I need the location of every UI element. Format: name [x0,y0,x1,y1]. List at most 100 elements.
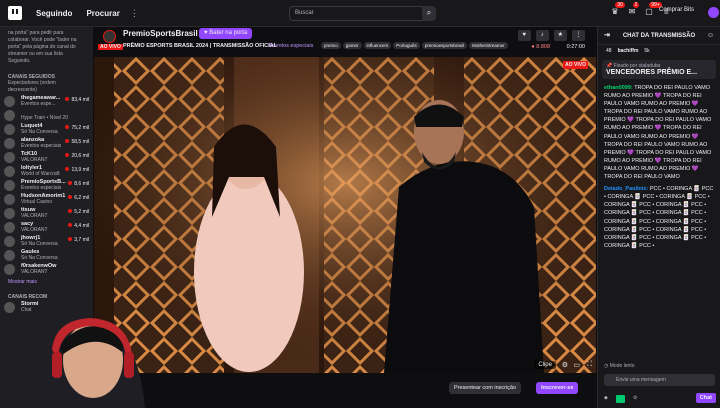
notif-badge: 2 [632,2,640,8]
webcam-overlay [0,300,160,408]
subscribe-button[interactable]: Inscrever-se [536,382,579,394]
collapse-chat-icon[interactable]: ⇥ [604,27,610,45]
avatar [4,208,15,219]
settings-icon[interactable]: ⚙ [633,395,637,403]
send-chat-button[interactable]: Chat [695,393,716,403]
channel-game: Hype Train • Nível 20 [21,115,69,121]
followed-channel[interactable]: thegameawar... Eventos espe... 83,4 mil [0,94,93,108]
viewer-count: 83,4 mil [65,97,89,103]
tag-chip[interactable]: MotherStreamer [469,42,508,49]
channel-game: VALORANT [21,227,48,233]
followed-sort: Espectadores (ordem decrescente) [8,80,56,93]
buy-bits-button[interactable]: Comprar Bits [659,7,694,13]
viewer-count: 75,2 mil [65,125,89,131]
live-dot [68,209,73,213]
followed-channel[interactable]: alanzoka Eventos especiais 58,5 mil [0,136,93,150]
live-dot [68,195,73,199]
theater-mode-icon[interactable]: ▭ [573,361,580,369]
inbox-icon[interactable]: ✉ 2 [629,2,640,16]
browse-link[interactable]: Procurar [86,9,119,18]
followed-channel[interactable]: f0rsakenwOw VALORANT [0,262,93,276]
channel-list: thegameawar... Eventos espe... 83,4 mil Hyp… [0,94,93,276]
chat-text: PCC • CORINGA 🃏 PCC • CORINGA 🃏 PCC • CO… [604,186,714,249]
live-dot [68,223,73,227]
chat-input[interactable]: Envie uma mensagem [604,374,715,386]
live-dot [65,125,70,129]
avatar [4,264,15,275]
search-input[interactable]: Buscar [289,6,435,21]
followed-channel[interactable]: Gaules Só Na Conversa [0,248,93,262]
followed-channel[interactable]: Luquet4 Só Na Conversa 75,2 mil [0,122,93,136]
followed-channel[interactable]: HudsonAmorim1 Virtual Casino 6,2 mil [0,192,93,206]
live-dot [65,97,70,101]
following-link[interactable]: Seguindo [36,9,72,18]
notifications-icon[interactable]: ▢ 99+ [645,2,662,16]
tag-chip[interactable]: premioesportsbrasil [421,42,468,49]
knock-button[interactable]: ♥ Bater na porta [199,28,253,39]
bits-icon[interactable]: ◆ [604,395,608,403]
top-navigation-bar: Seguindo Procurar ⋮ Buscar ⌕ ♛ 30 ✉ 2 ▢ 99+… [0,0,720,27]
live-dot [65,139,70,143]
avatar [4,180,15,191]
leader-user: bachiffm [617,48,639,54]
followed-channel[interactable]: PremioSportsB... Eventos especiais 8,6 mil [0,178,93,192]
live-dot [65,153,70,157]
prime-icon[interactable]: ♛ 30 [611,2,625,16]
video-frame [94,57,596,373]
webcam-frame [40,318,145,408]
viewer-count: 8,6 mil [68,181,89,187]
search-button[interactable]: ⌕ [422,6,436,21]
viewer-count: 3,7 mil [68,237,89,243]
live-dot [65,167,70,171]
tag-chip[interactable]: influencers [363,42,392,49]
channel-game: Virtual Casino [21,199,53,205]
bell-icon[interactable]: ♪ [535,30,549,41]
channel-avatar[interactable] [103,30,116,43]
chat-username[interactable]: Deiado_Paulinis: [604,186,648,192]
tag-chip[interactable]: Português [393,42,420,49]
chat-header: ⇥ CHAT DA TRANSMISSÃO ☺ [598,27,720,45]
followed-channel[interactable]: loltyler1 World of Warcraft 13,9 mil [0,164,93,178]
star-icon[interactable]: ★ [553,30,567,41]
main-content: AO VIVO PremioSportsBrasil ♥ Bater na po… [93,27,597,408]
show-more-link[interactable]: Mostrar mais [0,276,93,288]
followed-channel[interactable]: TcK10 VALORANT 20,6 mil [0,150,93,164]
followed-channel[interactable]: ttsuw VALORANT 5,2 mil [0,206,93,220]
tag-chip[interactable]: gamer [342,42,362,49]
notif-badge: 30 [615,2,625,8]
channel-game: Eventos especiais [21,185,62,191]
stream-title: PRÊMIO ESPORTS BRASIL 2024 | TRANSMISSÃO… [123,43,277,49]
channel-name[interactable]: PremioSportsBrasil [123,29,198,38]
pinned-message[interactable]: 📌 Fixado por staladuba VENCEDORES PRÊMIO… [602,60,716,79]
users-icon[interactable]: ☺ [707,27,714,45]
points-icon[interactable] [615,395,625,403]
followed-channel[interactable]: Hype Train • Nível 20 [0,108,93,122]
chat-message: Deiado_Paulinis: PCC • CORINGA 🃏 PCC • C… [604,185,714,250]
clip-button[interactable]: Clipe [534,361,556,369]
channel-game: VALORANT [21,213,48,219]
more-menu-icon[interactable]: ⋮ [130,8,139,19]
avatar [4,152,15,163]
viewer-count: 20,6 mil [65,153,89,159]
slow-mode-label: ◷ Modo lento [604,363,635,369]
heart-follow-icon[interactable]: ♥ [517,30,531,41]
settings-icon[interactable]: ⚙ [562,361,568,369]
channel-game: VALORANT [21,157,48,163]
avatar [4,96,15,107]
viewer-count: ● 8.808 [531,44,550,50]
user-avatar[interactable] [708,7,719,18]
gift-sub-button[interactable]: Presentear com inscrição [449,382,522,394]
channel-game: Eventos especiais [21,143,62,149]
tag-chip[interactable]: premio [321,42,341,49]
live-dot [68,237,73,241]
chat-username[interactable]: ethan0099: [604,85,633,91]
live-dot [68,181,73,185]
twitch-logo-icon[interactable] [8,6,22,20]
channel-game: World of Warcraft [21,171,60,177]
category-link[interactable]: Eventos especiais [269,43,313,49]
fullscreen-icon[interactable]: ⛶ [587,361,592,369]
more-options-icon[interactable]: ⋮ [572,30,585,41]
video-player[interactable]: AO VIVO Clipe ⚙ ▭ ⛶ [94,57,596,373]
followed-channel[interactable]: jhowrj1 Só Na Conversa 3,7 mil [0,234,93,248]
followed-channel[interactable]: sacy VALORANT 4,4 mil [0,220,93,234]
